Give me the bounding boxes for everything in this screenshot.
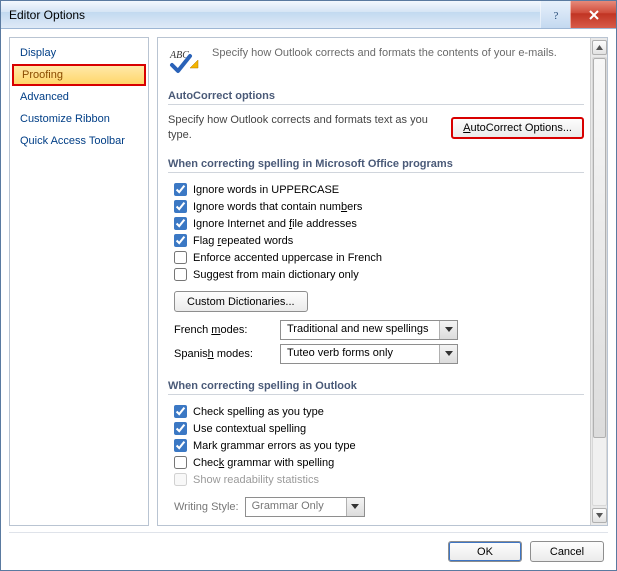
chevron-down-icon[interactable] <box>439 345 457 363</box>
vertical-scrollbar[interactable] <box>590 38 607 525</box>
french-modes-label: French modes: <box>174 324 274 336</box>
french-modes-row: French modes: Traditional and new spelli… <box>174 320 584 340</box>
client-area: Display Proofing Advanced Customize Ribb… <box>1 29 616 570</box>
ok-button[interactable]: OK <box>448 541 522 562</box>
checkbox-label: Suggest from main dictionary only <box>193 269 359 281</box>
checkbox-label: Ignore words in UPPERCASE <box>193 184 339 196</box>
opt-suggest-main-dict[interactable]: Suggest from main dictionary only <box>174 266 584 283</box>
spanish-modes-row: Spanish modes: Tuteo verb forms only <box>174 344 584 364</box>
opt-mark-grammar[interactable]: Mark grammar errors as you type <box>174 437 584 454</box>
section-outlook-heading: When correcting spelling in Outlook <box>168 374 584 395</box>
intro-text: Specify how Outlook corrects and formats… <box>212 46 557 76</box>
checkbox[interactable] <box>174 234 187 247</box>
nav-customize-ribbon[interactable]: Customize Ribbon <box>10 108 148 130</box>
checkbox[interactable] <box>174 268 187 281</box>
titlebar-buttons: ? <box>540 1 616 28</box>
checkbox[interactable] <box>174 405 187 418</box>
opt-readability-stats: Show readability statistics <box>174 471 584 488</box>
opt-ignore-uppercase[interactable]: Ignore words in UPPERCASE <box>174 181 584 198</box>
category-list: Display Proofing Advanced Customize Ribb… <box>9 37 149 526</box>
scroll-thumb[interactable] <box>593 58 606 438</box>
nav-advanced[interactable]: Advanced <box>10 86 148 108</box>
section-autocorrect-heading: AutoCorrect options <box>168 84 584 105</box>
opt-flag-repeated[interactable]: Flag repeated words <box>174 232 584 249</box>
checkbox-label: Check spelling as you type <box>193 406 324 418</box>
content-scroll: ABC Specify how Outlook corrects and for… <box>158 38 590 525</box>
combo-value: Traditional and new spellings <box>281 321 439 339</box>
opt-ignore-internet[interactable]: Ignore Internet and file addresses <box>174 215 584 232</box>
checkbox[interactable] <box>174 439 187 452</box>
writing-style-combo[interactable]: Grammar Only <box>245 497 365 517</box>
help-button[interactable]: ? <box>540 1 570 28</box>
content-panel: ABC Specify how Outlook corrects and for… <box>157 37 608 526</box>
outlook-options: Check spelling as you type Use contextua… <box>174 403 584 488</box>
editor-options-window: Editor Options ? Display Proofing Advanc… <box>0 0 617 571</box>
titlebar[interactable]: Editor Options ? <box>1 1 616 29</box>
opt-contextual-spelling[interactable]: Use contextual spelling <box>174 420 584 437</box>
checkbox[interactable] <box>174 456 187 469</box>
nav-display[interactable]: Display <box>10 42 148 64</box>
custom-dictionaries-button[interactable]: Custom Dictionaries... <box>174 291 308 312</box>
nav-quick-access-toolbar[interactable]: Quick Access Toolbar <box>10 130 148 152</box>
office-options: Ignore words in UPPERCASE Ignore words t… <box>174 181 584 283</box>
nav-proofing[interactable]: Proofing <box>12 64 146 86</box>
main-area: Display Proofing Advanced Customize Ribb… <box>9 37 608 526</box>
checkbox-label: Show readability statistics <box>193 474 319 486</box>
checkbox-label: Check grammar with spelling <box>193 457 334 469</box>
combo-value: Grammar Only <box>246 498 346 516</box>
chevron-down-icon[interactable] <box>346 498 364 516</box>
checkbox[interactable] <box>174 422 187 435</box>
scroll-track[interactable] <box>592 57 607 506</box>
svg-text:?: ? <box>553 10 558 21</box>
writing-style-label: Writing Style: <box>174 501 239 513</box>
opt-ignore-numbers[interactable]: Ignore words that contain numbers <box>174 198 584 215</box>
scroll-up-button[interactable] <box>592 40 607 55</box>
close-button[interactable] <box>570 1 616 28</box>
checkbox-label: Ignore Internet and file addresses <box>193 218 357 230</box>
checkbox[interactable] <box>174 200 187 213</box>
autocorrect-desc: Specify how Outlook corrects and formats… <box>168 113 441 142</box>
dialog-buttons: OK Cancel <box>9 532 608 564</box>
autocorrect-row: Specify how Outlook corrects and formats… <box>168 113 584 142</box>
checkbox-label: Enforce accented uppercase in French <box>193 252 382 264</box>
opt-check-grammar-spelling[interactable]: Check grammar with spelling <box>174 454 584 471</box>
checkbox-label: Ignore words that contain numbers <box>193 201 362 213</box>
checkbox[interactable] <box>174 217 187 230</box>
combo-value: Tuteo verb forms only <box>281 345 439 363</box>
autocorrect-options-button[interactable]: AutoCorrect Options... <box>451 117 584 139</box>
spellcheck-icon: ABC <box>168 46 202 76</box>
checkbox-label: Mark grammar errors as you type <box>193 440 356 452</box>
chevron-down-icon[interactable] <box>439 321 457 339</box>
checkbox <box>174 473 187 486</box>
spanish-modes-label: Spanish modes: <box>174 348 274 360</box>
spanish-modes-combo[interactable]: Tuteo verb forms only <box>280 344 458 364</box>
window-title: Editor Options <box>9 8 85 22</box>
scroll-down-button[interactable] <box>592 508 607 523</box>
opt-check-as-you-type[interactable]: Check spelling as you type <box>174 403 584 420</box>
checkbox[interactable] <box>174 251 187 264</box>
french-modes-combo[interactable]: Traditional and new spellings <box>280 320 458 340</box>
checkbox-label: Flag repeated words <box>193 235 293 247</box>
checkbox-label: Use contextual spelling <box>193 423 306 435</box>
intro-row: ABC Specify how Outlook corrects and for… <box>168 46 584 76</box>
section-office-heading: When correcting spelling in Microsoft Of… <box>168 152 584 173</box>
cancel-button[interactable]: Cancel <box>530 541 604 562</box>
writing-style-row: Writing Style: Grammar Only Settings... <box>174 496 584 517</box>
opt-enforce-accented[interactable]: Enforce accented uppercase in French <box>174 249 584 266</box>
checkbox[interactable] <box>174 183 187 196</box>
